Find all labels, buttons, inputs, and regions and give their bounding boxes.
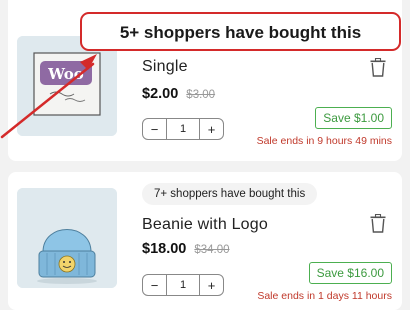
increase-quantity-button[interactable]: + xyxy=(200,119,223,139)
product-title[interactable]: Beanie with Logo xyxy=(142,216,268,234)
trash-icon[interactable] xyxy=(370,214,386,233)
savings-badge: Save $16.00 xyxy=(308,262,392,284)
woo-album-art-icon: Woo xyxy=(17,36,117,136)
trash-icon[interactable] xyxy=(370,58,386,77)
sale-price: $18.00 xyxy=(142,241,187,257)
original-price: $3.00 xyxy=(186,89,216,101)
price-row: $18.00 $34.00 xyxy=(142,241,230,257)
quantity-input[interactable]: 1 xyxy=(166,275,200,295)
savings-badge: Save $1.00 xyxy=(315,107,392,129)
decrease-quantity-button[interactable]: − xyxy=(143,119,166,139)
shoppers-bought-badge: 7+ shoppers have bought this xyxy=(142,183,318,205)
product-image-single[interactable]: Woo xyxy=(17,36,117,136)
svg-text:Woo: Woo xyxy=(47,65,84,83)
product-image-beanie[interactable] xyxy=(17,188,117,288)
sale-countdown: Sale ends in 9 hours 49 mins xyxy=(256,135,392,147)
sale-countdown: Sale ends in 1 days 11 hours xyxy=(257,290,392,302)
shoppers-bought-callout: 5+ shoppers have bought this xyxy=(80,12,401,51)
price-row: $2.00 $3.00 xyxy=(142,86,215,102)
beanie-icon xyxy=(17,188,117,288)
decrease-quantity-button[interactable]: − xyxy=(143,275,166,295)
product-title[interactable]: Single xyxy=(142,58,188,76)
quantity-stepper: − 1 + xyxy=(142,274,224,296)
quantity-stepper: − 1 + xyxy=(142,118,224,140)
cart-item-beanie: 7+ shoppers have bought this Beanie with… xyxy=(8,172,402,310)
sale-price: $2.00 xyxy=(142,86,179,102)
increase-quantity-button[interactable]: + xyxy=(200,275,223,295)
quantity-input[interactable]: 1 xyxy=(166,119,200,139)
original-price: $34.00 xyxy=(194,244,230,256)
